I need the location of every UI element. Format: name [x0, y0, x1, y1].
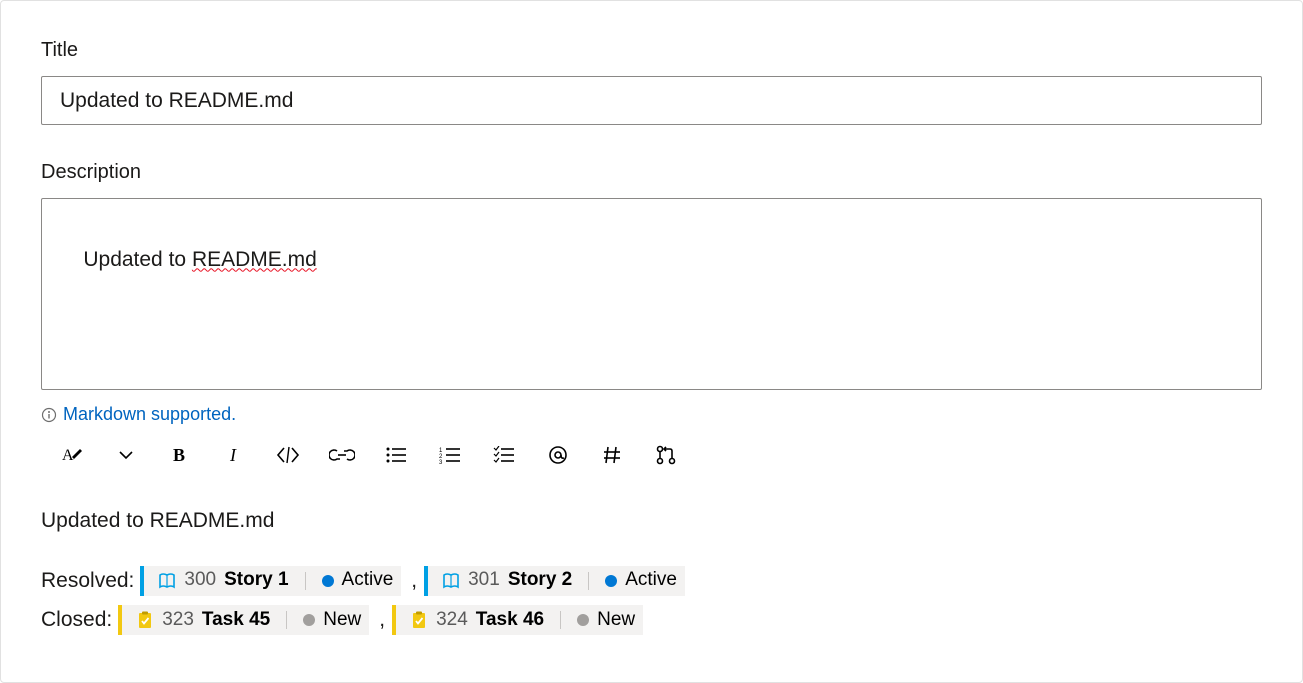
work-item-id: 324 [436, 604, 468, 636]
work-item-name: Story 1 [224, 564, 288, 596]
description-text-spellerr: README.md [192, 248, 317, 271]
markdown-supported-link[interactable]: Markdown supported. [63, 404, 236, 425]
svg-text:3: 3 [439, 460, 443, 464]
pull-request-form: Title Description Updated to README.md R… [0, 0, 1303, 683]
work-item-link[interactable]: 300 Story 1 Active [140, 566, 401, 596]
clipboard-check-icon [136, 611, 154, 629]
accent-bar [392, 605, 396, 635]
svg-text:B: B [173, 445, 185, 465]
resolved-label: Resolved: [41, 563, 134, 599]
description-label: Description [41, 161, 1262, 184]
linked-items-closed-row: Closed: 323 Task 45 New , 324 Task 46 [41, 602, 1262, 638]
work-item-state: New [323, 604, 361, 636]
code-button[interactable] [275, 441, 301, 469]
title-input[interactable] [41, 76, 1262, 125]
separator [588, 572, 589, 590]
markdown-toolbar: A B I [41, 441, 1262, 469]
accent-bar [118, 605, 122, 635]
bold-button[interactable]: B [167, 441, 193, 469]
work-item-link[interactable]: 324 Task 46 New [392, 605, 643, 635]
preview-title: Updated to README.md [41, 503, 1262, 539]
description-text: Updated to [83, 248, 192, 271]
link-button[interactable] [329, 441, 355, 469]
pull-request-button[interactable] [653, 441, 679, 469]
separator [305, 572, 306, 590]
work-item-state: New [597, 604, 635, 636]
work-item-id: 300 [184, 564, 216, 596]
chevron-down-icon[interactable] [113, 441, 139, 469]
work-item-state: Active [625, 564, 677, 596]
mention-button[interactable] [545, 441, 571, 469]
markdown-preview: Updated to README.md Resolved: 300 Story… [41, 503, 1262, 638]
closed-label: Closed: [41, 602, 112, 638]
status-dot-icon [322, 575, 334, 587]
status-dot-icon [303, 614, 315, 626]
separator [560, 611, 561, 629]
hash-button[interactable] [599, 441, 625, 469]
bulleted-list-button[interactable] [383, 441, 409, 469]
separator [286, 611, 287, 629]
book-icon [442, 572, 460, 590]
checklist-button[interactable] [491, 441, 517, 469]
title-label: Title [41, 39, 1262, 62]
work-item-name: Task 46 [476, 604, 544, 636]
comma: , [379, 602, 385, 638]
accent-bar [424, 566, 428, 596]
numbered-list-button[interactable]: 1 2 3 [437, 441, 463, 469]
work-item-id: 323 [162, 604, 194, 636]
markdown-hint: Markdown supported. [41, 404, 1262, 425]
work-item-name: Story 2 [508, 564, 572, 596]
work-item-link[interactable]: 301 Story 2 Active [424, 566, 685, 596]
work-item-link[interactable]: 323 Task 45 New [118, 605, 369, 635]
svg-text:I: I [229, 445, 237, 465]
status-dot-icon [605, 575, 617, 587]
status-dot-icon [577, 614, 589, 626]
description-input[interactable]: Updated to README.md Resolved: #300, #30… [41, 198, 1262, 390]
comma: , [411, 563, 417, 599]
clipboard-check-icon [410, 611, 428, 629]
linked-items-resolved-row: Resolved: 300 Story 1 Active , 301 St [41, 563, 1262, 599]
accent-bar [140, 566, 144, 596]
info-icon [41, 407, 57, 423]
work-item-state: Active [342, 564, 394, 596]
book-icon [158, 572, 176, 590]
svg-text:A: A [62, 447, 74, 464]
italic-button[interactable]: I [221, 441, 247, 469]
work-item-name: Task 45 [202, 604, 270, 636]
text-format-button[interactable]: A [59, 441, 85, 469]
work-item-id: 301 [468, 564, 500, 596]
